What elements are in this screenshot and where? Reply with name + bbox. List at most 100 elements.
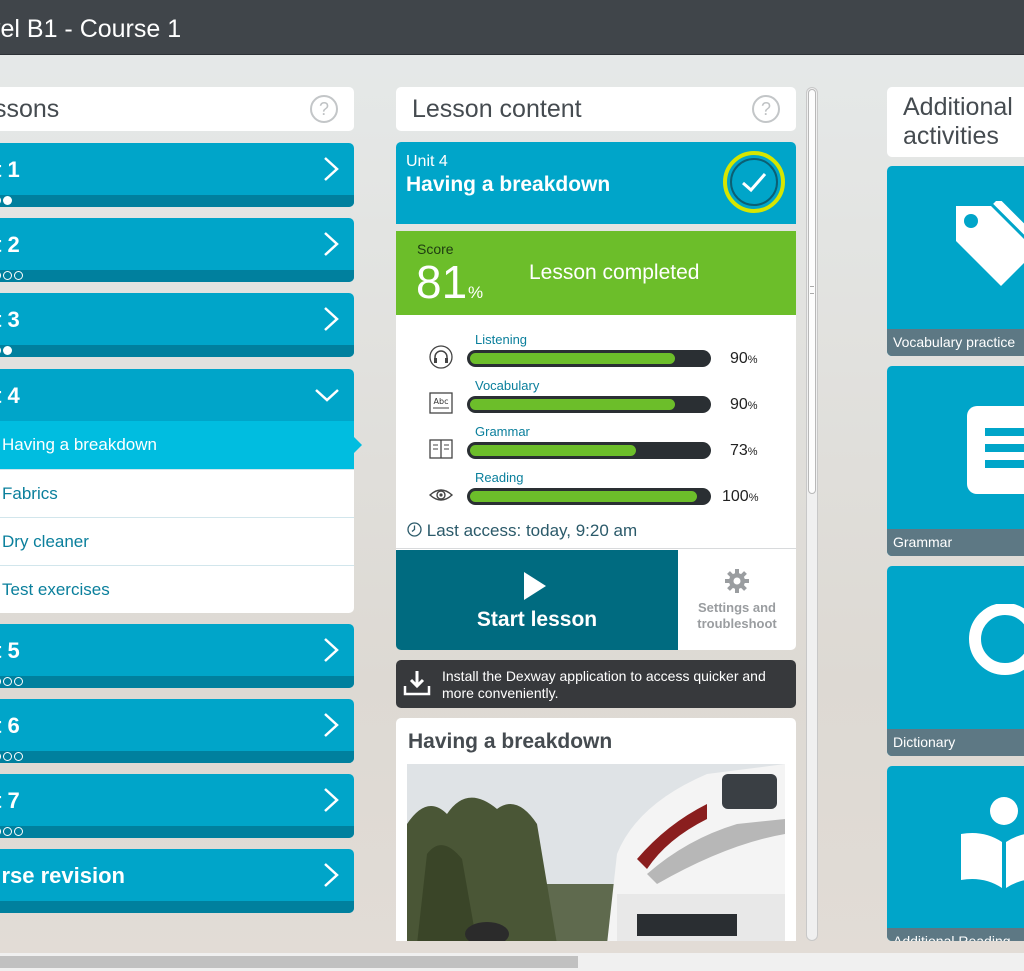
content-scrollbar[interactable] [806,87,818,941]
lesson-content-help-icon[interactable]: ? [752,95,780,123]
download-icon [403,671,431,696]
score-box: Score 81 % Lesson completed [396,231,796,315]
lessons-help-icon[interactable]: ? [310,95,338,123]
chevron-right-icon [324,788,339,812]
skill-progress-fill [470,445,636,456]
install-app-banner[interactable]: Install the Dexway application to access… [396,660,796,708]
unit-card-3[interactable]: it 3 [0,293,354,357]
unit-card-4[interactable]: it 4 [0,369,354,421]
course-title: vel B1 - Course 1 [0,15,182,43]
last-access-text: Last access: today, 9:20 am [426,521,638,540]
unit-label: it 5 [0,638,20,663]
score-unit: % [468,283,484,302]
unit-label: Unit 4 [406,153,448,170]
skill-value: 100% [722,488,759,505]
additional-activities-title: Additional activities [903,93,1013,150]
start-lesson-label: Start lesson [476,608,598,631]
dictionary-tile[interactable]: Dictionary [887,566,1024,756]
skill-name: Vocabulary [475,378,540,393]
settings-label: Settings and troubleshoot [697,600,777,631]
magnifier-icon [969,604,1024,675]
unit-progress [0,345,354,357]
lesson-content-header: Lesson content ? [396,87,796,131]
skills-breakdown: Listening 90% Abc Vocabulary 90% Grammar… [396,315,796,550]
scrollbar-thumb[interactable] [808,89,816,494]
chevron-right-icon [324,232,339,256]
play-icon [524,572,546,600]
unit-progress [0,676,354,688]
last-access: Last access: today, 9:20 am [407,521,637,541]
course-title-bar: vel B1 - Course 1 [0,0,1024,55]
completed-check-icon [723,151,785,213]
lesson-title: Having a breakdown [406,173,611,196]
lesson-status: Lesson completed [529,261,700,284]
start-lesson-button[interactable]: Start lesson [396,550,678,650]
skill-progress-bar [467,396,711,413]
tile-label: Additional Reading [887,928,1024,941]
unit-card-1[interactable]: it 1 [0,143,354,207]
divider [396,548,796,549]
lesson-item-test-exercises[interactable]: Test exercises [0,565,354,613]
skill-progress-fill [470,399,675,410]
lesson-item-dry-cleaner[interactable]: Dry cleaner [0,517,354,565]
eye-icon [428,489,454,501]
unit-label: it 2 [0,232,20,257]
skill-name: Grammar [475,424,530,439]
course-revision-card[interactable]: urse revision [0,849,354,913]
unit-progress [0,270,354,282]
unit-label: it 3 [0,307,20,332]
skill-progress-fill [470,353,675,364]
lesson-heading-card: Unit 4 Having a breakdown [396,142,796,224]
unit-card-2[interactable]: it 2 [0,218,354,282]
skill-listening: Listening 90% [396,332,796,378]
unit-card-5[interactable]: it 5 [0,624,354,688]
reading-person-icon [961,797,1024,888]
unit-progress [0,901,354,913]
chevron-right-icon [324,638,339,662]
grammar-tile[interactable]: Grammar [887,366,1024,556]
lesson-item-fabrics[interactable]: Fabrics [0,469,354,517]
tile-label: Dictionary [887,729,1024,756]
chevron-down-icon [315,389,339,402]
tag-icon [956,201,1024,286]
skill-name: Listening [475,332,528,347]
unit-progress [0,826,354,838]
gear-icon [725,569,749,593]
book-icon [429,439,453,459]
skill-name: Reading [475,470,524,485]
skill-value: 90% [730,396,758,413]
unit-label: it 6 [0,713,20,738]
vocabulary-practice-tile[interactable]: Vocabulary practice [887,166,1024,356]
unit-card-6[interactable]: it 6 [0,699,354,763]
unit-label: it 1 [0,157,20,182]
lesson-content-title: Lesson content [412,95,582,123]
skill-progress-bar [467,488,711,505]
lesson-item-having-a-breakdown[interactable]: Having a breakdown [0,421,362,469]
chevron-right-icon [324,157,339,181]
lesson-preview-image [407,764,785,941]
tile-label: Vocabulary practice [887,329,1024,356]
lesson-preview-title: Having a breakdown [408,730,613,753]
lesson-preview-card: Having a breakdown [396,718,796,941]
unit-label: it 4 [0,383,20,408]
skill-value: 90% [730,350,758,367]
skill-reading: Reading 100% [396,470,796,516]
abc-icon: Abc [429,392,453,414]
skill-value: 73% [730,442,758,459]
scrollbar-thumb[interactable] [0,956,578,968]
page-horizontal-scrollbar[interactable] [0,953,1024,971]
chevron-right-icon [324,713,339,737]
additional-reading-tile[interactable]: Additional Reading [887,766,1024,941]
install-app-text: Install the Dexway application to access… [442,668,766,701]
svg-text:Abc: Abc [434,397,449,406]
chevron-right-icon [324,307,339,331]
settings-troubleshoot-button[interactable]: Settings and troubleshoot [678,550,796,650]
unit-card-7[interactable]: it 7 [0,774,354,838]
skill-progress-bar [467,350,711,367]
skill-progress-bar [467,442,711,459]
unit-label: urse revision [0,863,125,888]
headphones-icon [429,345,453,369]
unit-4-expanded: it 4 Having a breakdown Fabrics Dry clea… [0,369,362,613]
chevron-right-icon [324,863,339,887]
tile-label: Grammar [887,529,1024,556]
